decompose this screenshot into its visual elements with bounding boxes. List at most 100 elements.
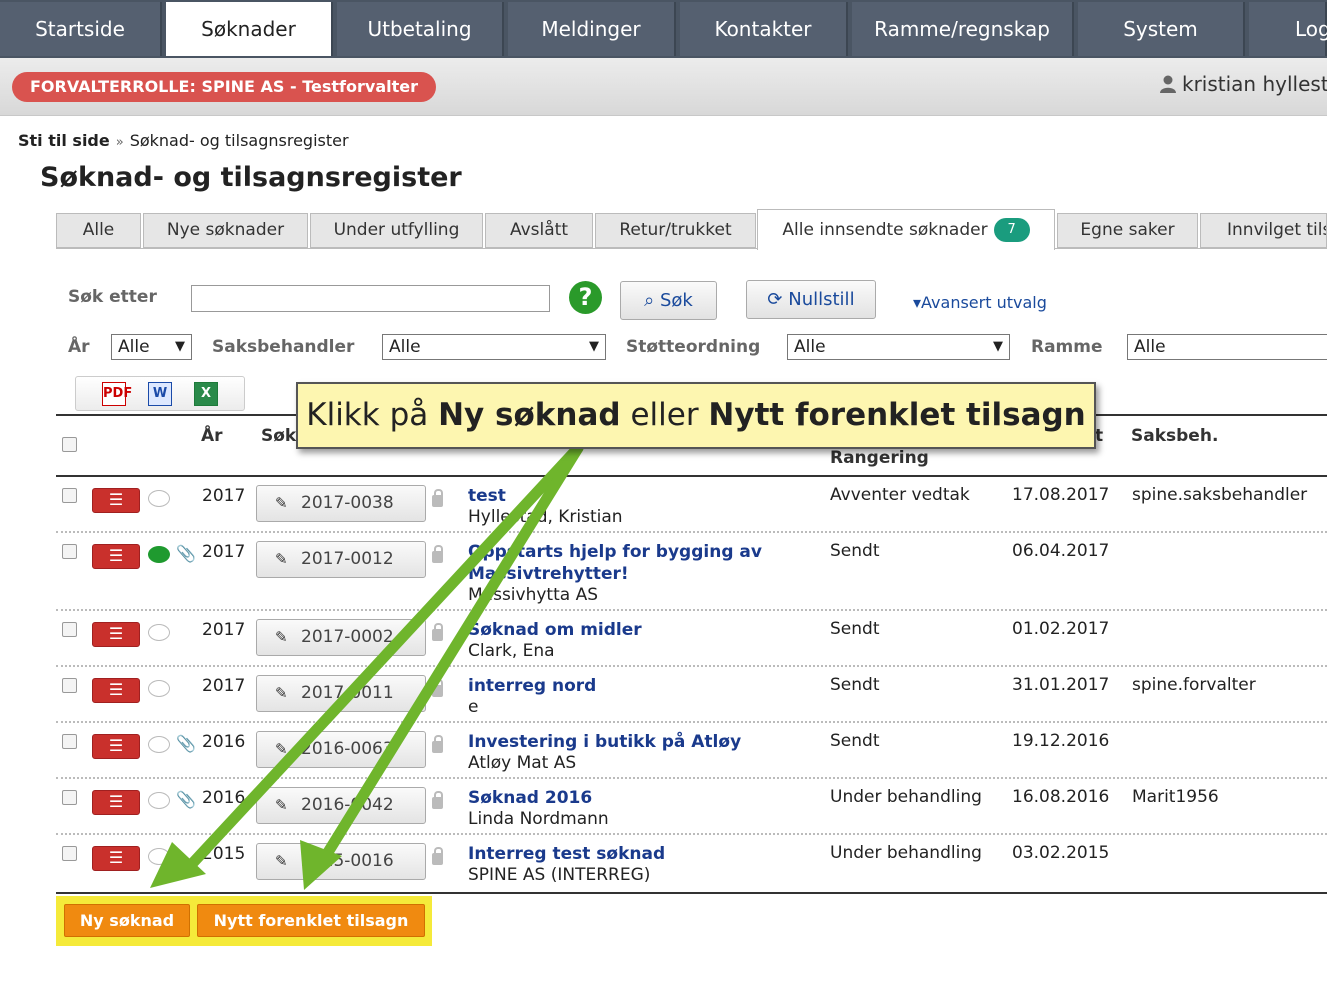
frame-select[interactable]: Alle <box>1127 334 1327 360</box>
date-text: 16.08.2016 <box>1012 787 1110 807</box>
case-button[interactable]: ✎ 2017-0038 <box>256 485 426 522</box>
lock-icon <box>432 545 443 563</box>
case-button[interactable]: ✎ 2016-0042 <box>256 787 426 824</box>
nav-tab-log[interactable]: Log <box>1249 2 1327 56</box>
comment-filled-icon[interactable] <box>148 546 170 563</box>
reset-button-label: Nullstill <box>788 289 855 310</box>
year-filter-label: År <box>68 337 90 357</box>
row-checkbox[interactable] <box>62 790 77 805</box>
row-checkbox[interactable] <box>62 678 77 693</box>
tab-retur-trukket[interactable]: Retur/trukket <box>595 213 756 248</box>
advanced-filter-link[interactable]: ▾Avansert utvalg <box>913 293 1047 312</box>
table-row: ☰ 📎 2016 ✎ 2016-0042 Søknad 2016 Linda No… <box>56 779 1327 835</box>
comment-icon[interactable] <box>148 624 170 641</box>
header-year[interactable]: År <box>201 426 223 446</box>
nav-tab-ramme-regnskap[interactable]: Ramme/regnskap <box>852 2 1074 56</box>
paperclip-icon[interactable]: 📎 <box>176 734 196 753</box>
case-button[interactable]: ✎ 2017-0012 <box>256 541 426 578</box>
tab-under-utfylling[interactable]: Under utfylling <box>310 213 483 248</box>
status-text: Sendt <box>830 541 880 561</box>
application-title-link[interactable]: interreg nord <box>468 675 788 697</box>
pdf-export-icon[interactable]: PDF <box>102 382 132 406</box>
nav-tab-soknader[interactable]: Søknader <box>166 2 333 56</box>
comment-icon[interactable] <box>148 680 170 697</box>
case-number: 2016-0063 <box>301 739 394 759</box>
row-checkbox[interactable] <box>62 622 77 637</box>
row-checkbox[interactable] <box>62 846 77 861</box>
year-select[interactable]: Alle ▼ <box>111 334 192 360</box>
application-title-link[interactable]: Søknad 2016 <box>468 787 788 809</box>
application-title-link[interactable]: test <box>468 485 788 507</box>
row-menu-button[interactable]: ☰ <box>92 790 140 815</box>
search-input[interactable] <box>191 285 550 312</box>
case-button[interactable]: ✎ 2016-0063 <box>256 731 426 768</box>
frame-filter-label: Ramme <box>1031 337 1103 357</box>
row-checkbox[interactable] <box>62 734 77 749</box>
help-icon[interactable]: ? <box>569 281 602 314</box>
application-title-link[interactable]: Søknad om midler <box>468 619 788 641</box>
lock-icon <box>432 791 443 809</box>
tab-egne-saker[interactable]: Egne saker <box>1057 213 1198 248</box>
nav-tab-system[interactable]: System <box>1078 2 1245 56</box>
lock-icon <box>432 847 443 865</box>
nav-tab-utbetaling[interactable]: Utbetaling <box>337 2 504 56</box>
paperclip-icon[interactable]: 📎 <box>176 790 196 809</box>
row-menu-button[interactable]: ☰ <box>92 488 140 513</box>
callout-bold-new-application: Ny søknad <box>438 397 621 433</box>
select-all-checkbox[interactable] <box>62 437 77 452</box>
case-button[interactable]: ✎ 2017-0011 <box>256 675 426 712</box>
excel-export-icon[interactable]: X <box>194 382 218 406</box>
header-case[interactable]: Søk <box>261 426 296 446</box>
nav-tab-meldinger[interactable]: Meldinger <box>508 2 676 56</box>
header-date[interactable]: t <box>1095 426 1103 446</box>
new-simplified-grant-button[interactable]: Nytt forenklet tilsagn <box>197 904 425 937</box>
tab-avslatt[interactable]: Avslått <box>485 213 593 248</box>
case-button[interactable]: ✎ 2015-0016 <box>256 843 426 880</box>
row-menu-button[interactable]: ☰ <box>92 678 140 703</box>
nav-tab-kontakter[interactable]: Kontakter <box>680 2 848 56</box>
comment-icon[interactable] <box>148 792 170 809</box>
header-ranking[interactable]: Rangering <box>830 448 929 468</box>
application-title-link[interactable]: Oppstarts hjelp for bygging av Massivtre… <box>468 541 788 585</box>
application-title-link[interactable]: Interreg test søknad <box>468 843 788 865</box>
applicant-name: SPINE AS (INTERREG) <box>468 865 651 885</box>
tab-nye-soknader[interactable]: Nye søknader <box>143 213 308 248</box>
row-checkbox[interactable] <box>62 488 77 503</box>
table-row: ☰ 2015 ✎ 2015-0016 Interreg test søknad S… <box>56 835 1327 892</box>
row-checkbox[interactable] <box>62 544 77 559</box>
header-handler[interactable]: Saksbeh. <box>1131 426 1218 446</box>
advanced-filter-label: Avansert utvalg <box>921 293 1047 312</box>
pencil-icon: ✎ <box>275 852 288 870</box>
comment-icon[interactable] <box>148 848 170 865</box>
tab-innvilget[interactable]: Innvilget tilsa <box>1200 213 1327 248</box>
date-text: 31.01.2017 <box>1012 675 1110 695</box>
reset-button[interactable]: ⟳ Nullstill <box>746 280 876 319</box>
user-menu[interactable]: kristian hyllesta <box>1160 72 1327 96</box>
handler-select[interactable]: Alle ▼ <box>382 334 606 360</box>
new-application-button[interactable]: Ny søknad <box>64 904 190 937</box>
scheme-select[interactable]: Alle ▼ <box>787 334 1010 360</box>
comment-icon[interactable] <box>148 736 170 753</box>
row-menu-button[interactable]: ☰ <box>92 734 140 759</box>
search-icon: ⌕ <box>644 290 655 311</box>
callout-bold-new-simplified: Nytt forenklet tilsagn <box>708 397 1086 433</box>
tab-alle[interactable]: Alle <box>56 213 141 248</box>
frame-select-value: Alle <box>1134 337 1166 357</box>
word-export-icon[interactable]: W <box>148 382 172 406</box>
breadcrumb-current[interactable]: Søknad- og tilsagnsregister <box>130 131 349 150</box>
row-year: 2015 <box>202 844 246 864</box>
paperclip-icon[interactable]: 📎 <box>176 544 196 563</box>
tab-alle-innsendte[interactable]: Alle innsendte søknader 7 <box>757 209 1055 250</box>
case-button[interactable]: ✎ 2017-0002 <box>256 619 426 656</box>
pencil-icon: ✎ <box>275 550 288 568</box>
row-menu-button[interactable]: ☰ <box>92 622 140 647</box>
handler-text: spine.saksbehandler <box>1132 485 1308 505</box>
search-button[interactable]: ⌕ Søk <box>620 281 717 320</box>
row-menu-button[interactable]: ☰ <box>92 544 140 569</box>
nav-tab-startside[interactable]: Startside <box>0 2 162 56</box>
row-menu-button[interactable]: ☰ <box>92 846 140 871</box>
role-badge: FORVALTERROLLE: SPINE AS - Testforvalter <box>12 72 436 102</box>
lock-icon <box>432 679 443 697</box>
application-title-link[interactable]: Investering i butikk på Atløy <box>468 731 788 753</box>
comment-icon[interactable] <box>148 490 170 507</box>
